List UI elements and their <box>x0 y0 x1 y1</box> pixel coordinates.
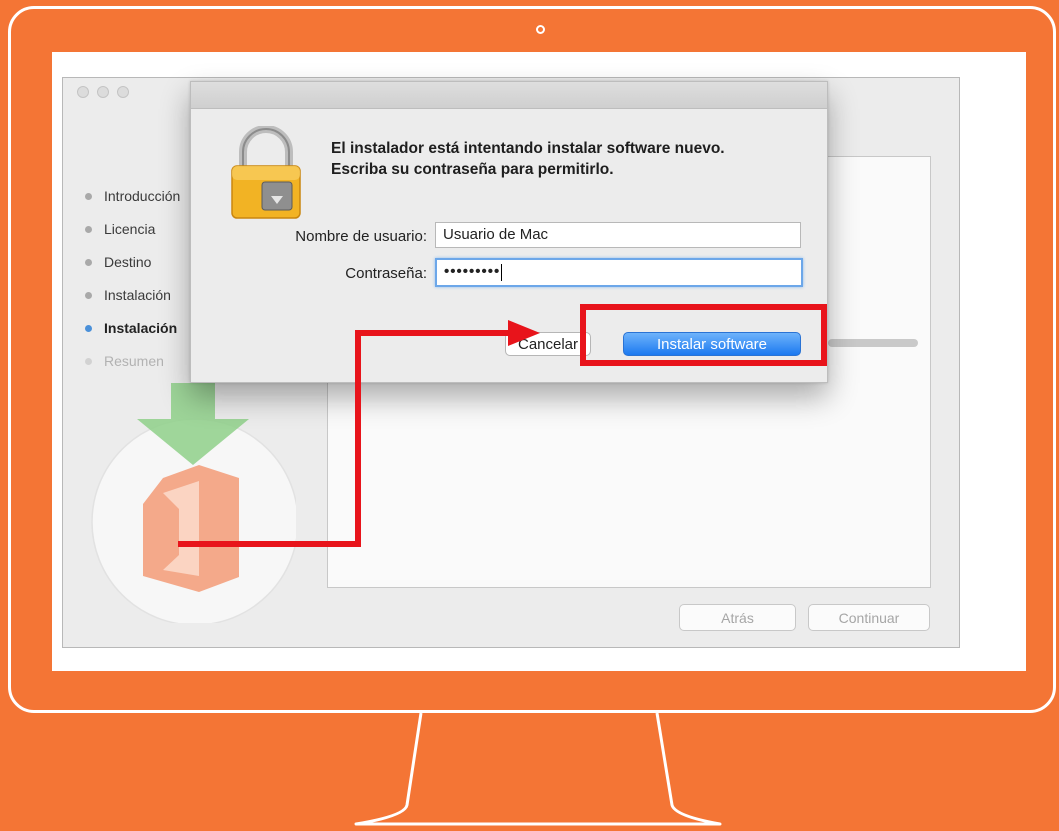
arrow-right-icon <box>178 320 540 547</box>
